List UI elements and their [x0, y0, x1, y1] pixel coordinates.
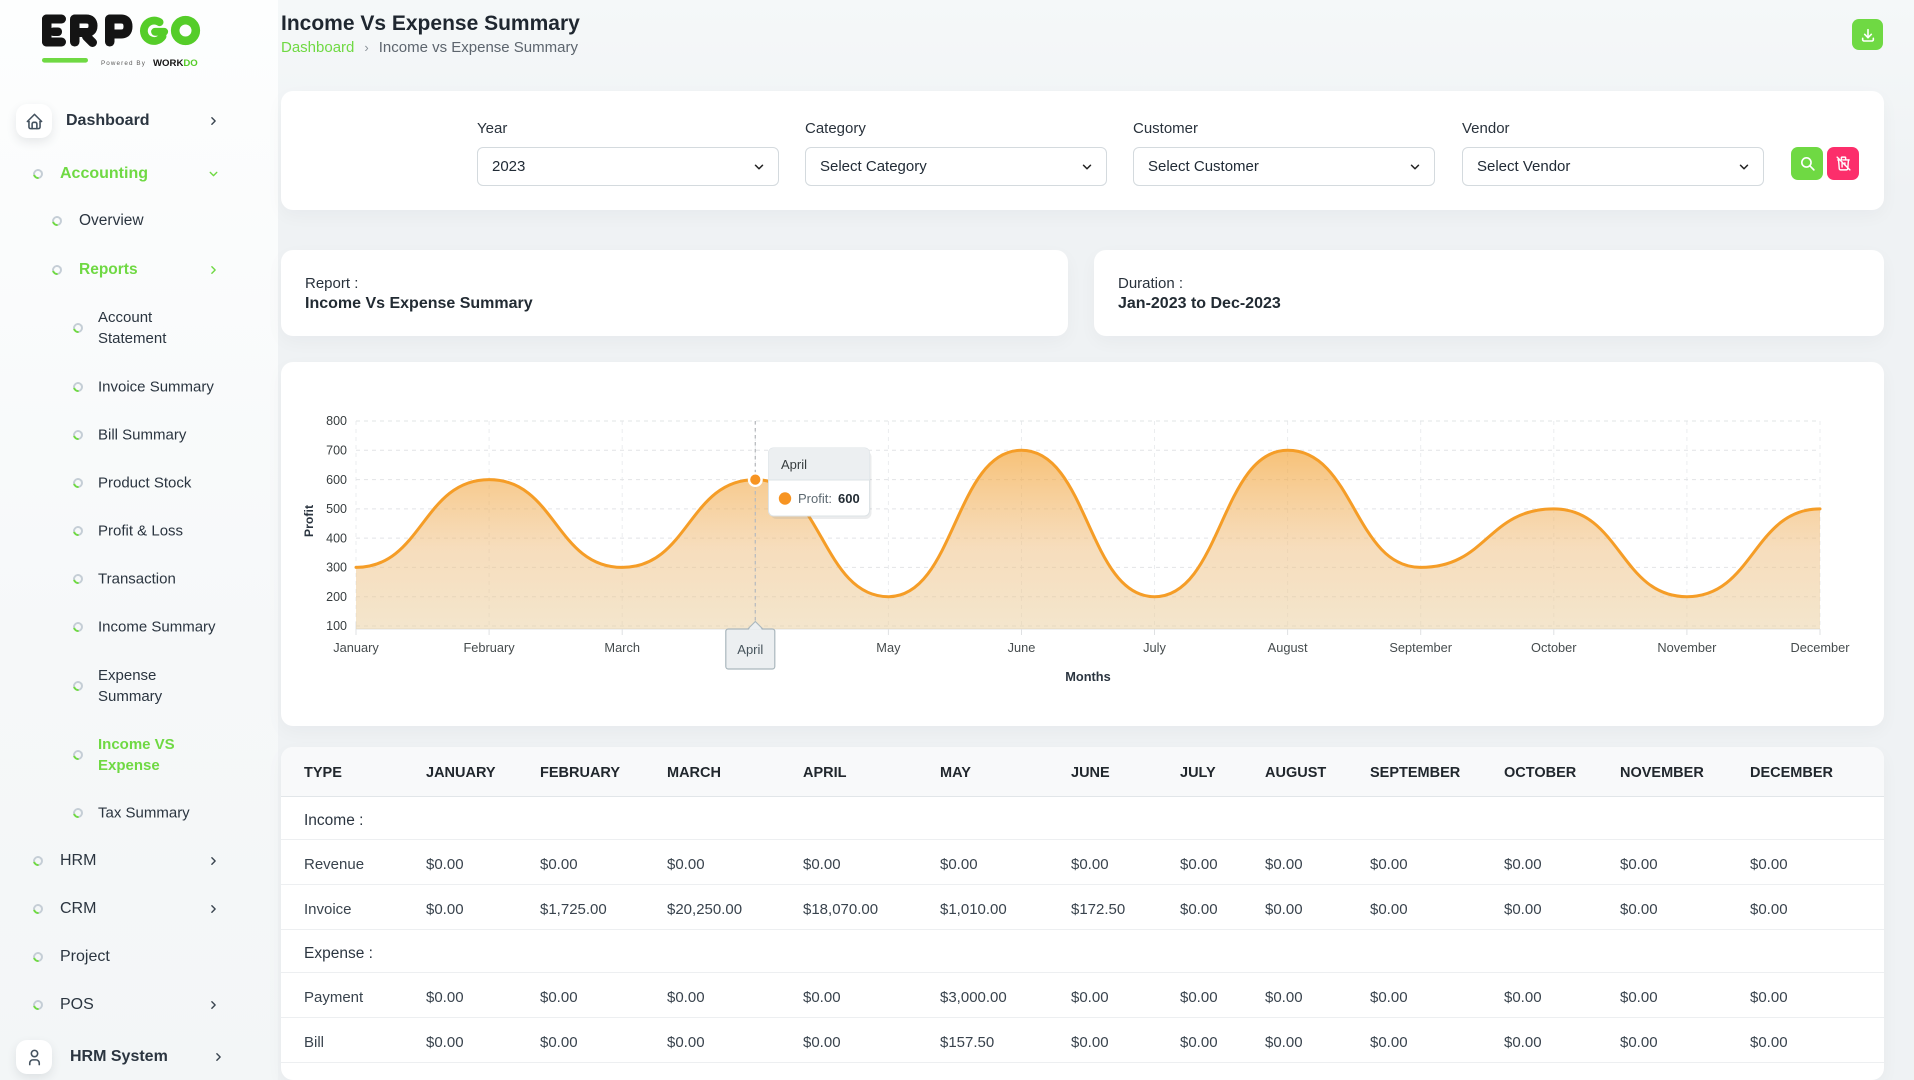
svg-text:400: 400 — [326, 531, 347, 545]
svg-text:April: April — [781, 457, 807, 472]
svg-text:600: 600 — [326, 473, 347, 487]
svg-text:600: 600 — [838, 491, 860, 506]
svg-text:November: November — [1657, 640, 1717, 655]
svg-text:October: October — [1531, 640, 1577, 655]
svg-text:February: February — [463, 640, 515, 655]
svg-text:200: 200 — [326, 590, 347, 604]
svg-text:700: 700 — [326, 444, 347, 458]
svg-text:100: 100 — [326, 619, 347, 633]
svg-text:August: August — [1268, 640, 1308, 655]
svg-text:Profit: Profit — [302, 505, 316, 537]
svg-text:September: September — [1389, 640, 1452, 655]
svg-text:Powered By: Powered By — [101, 60, 146, 67]
svg-text:December: December — [1790, 640, 1850, 655]
svg-text:WORKDO: WORKDO — [153, 58, 198, 69]
svg-text:June: June — [1008, 640, 1036, 655]
svg-text:January: January — [333, 640, 379, 655]
svg-text:800: 800 — [326, 414, 347, 428]
svg-text:300: 300 — [326, 561, 347, 575]
svg-text:April: April — [737, 642, 763, 657]
svg-text:July: July — [1143, 640, 1166, 655]
svg-text:Profit:: Profit: — [798, 491, 832, 506]
svg-text:March: March — [604, 640, 640, 655]
svg-text:May: May — [876, 640, 901, 655]
svg-text:Months: Months — [1065, 669, 1111, 684]
svg-text:500: 500 — [326, 502, 347, 516]
